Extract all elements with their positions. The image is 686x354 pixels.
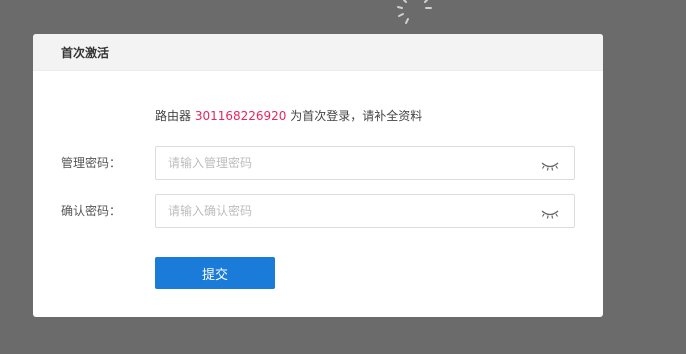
- eye-closed-icon[interactable]: [540, 157, 560, 171]
- admin-password-row: 管理密码：: [33, 146, 603, 180]
- confirm-password-label: 确认密码：: [61, 204, 122, 218]
- notice-suffix: 为首次登录，请补全资料: [286, 109, 423, 123]
- confirm-password-input[interactable]: [156, 195, 536, 227]
- activation-dialog: 首次激活 路由器 301168226920 为首次登录，请补全资料 管理密码： …: [33, 34, 603, 317]
- notice-prefix: 路由器: [155, 109, 195, 123]
- confirm-password-row: 确认密码：: [33, 194, 603, 228]
- eye-closed-icon[interactable]: [540, 205, 560, 219]
- dialog-title: 首次激活: [61, 45, 110, 60]
- dialog-header: 首次激活: [33, 34, 603, 71]
- router-id: 301168226920: [194, 109, 287, 123]
- activation-notice: 路由器 301168226920 为首次登录，请补全资料: [155, 107, 422, 124]
- loading-spinner-icon: [396, 0, 432, 28]
- admin-password-label: 管理密码：: [61, 156, 122, 170]
- admin-password-input[interactable]: [156, 147, 536, 179]
- submit-button[interactable]: 提交: [155, 257, 275, 289]
- confirm-password-box: [155, 194, 575, 228]
- admin-password-box: [155, 146, 575, 180]
